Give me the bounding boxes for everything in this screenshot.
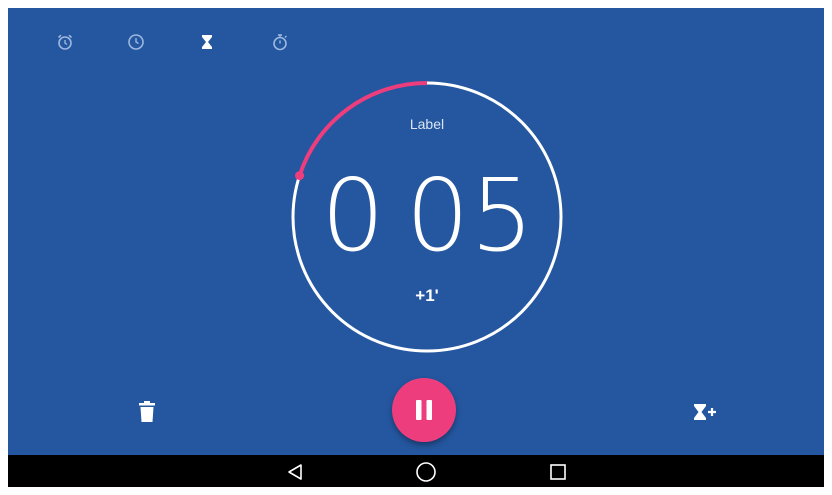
tab-clock[interactable] (122, 28, 150, 56)
tab-alarm[interactable] (51, 28, 79, 56)
back-button[interactable] (281, 459, 309, 485)
hourglass-icon (202, 35, 212, 49)
minutes-value: 0 (321, 157, 386, 274)
recents-square-icon (550, 464, 566, 480)
hourglass-plus-icon (694, 404, 716, 420)
system-navigation-bar (8, 455, 824, 487)
time-readout: 0 05 (308, 156, 548, 276)
seconds-value: 05 (405, 157, 535, 274)
tab-timer[interactable] (193, 28, 221, 56)
stopwatch-icon (273, 34, 287, 51)
add-timer-button[interactable] (688, 396, 722, 428)
add-one-minute-button[interactable]: +1' (397, 286, 457, 306)
timer-app: Label 0 05 +1' (8, 8, 824, 455)
back-triangle-icon (288, 464, 302, 480)
trash-icon (139, 401, 155, 422)
pause-button[interactable] (392, 378, 456, 442)
alarm-icon (57, 34, 73, 50)
device-screen: Label 0 05 +1' (8, 8, 824, 487)
home-button[interactable] (412, 459, 440, 485)
tab-bar (8, 8, 824, 68)
recents-button[interactable] (544, 459, 572, 485)
tab-stopwatch[interactable] (266, 28, 294, 56)
clock-icon (128, 34, 144, 50)
pause-icon (416, 400, 432, 420)
home-circle-icon (416, 462, 436, 482)
timer-progress-handle (295, 171, 305, 181)
timer-label[interactable]: Label (367, 116, 487, 132)
delete-button[interactable] (131, 396, 163, 428)
